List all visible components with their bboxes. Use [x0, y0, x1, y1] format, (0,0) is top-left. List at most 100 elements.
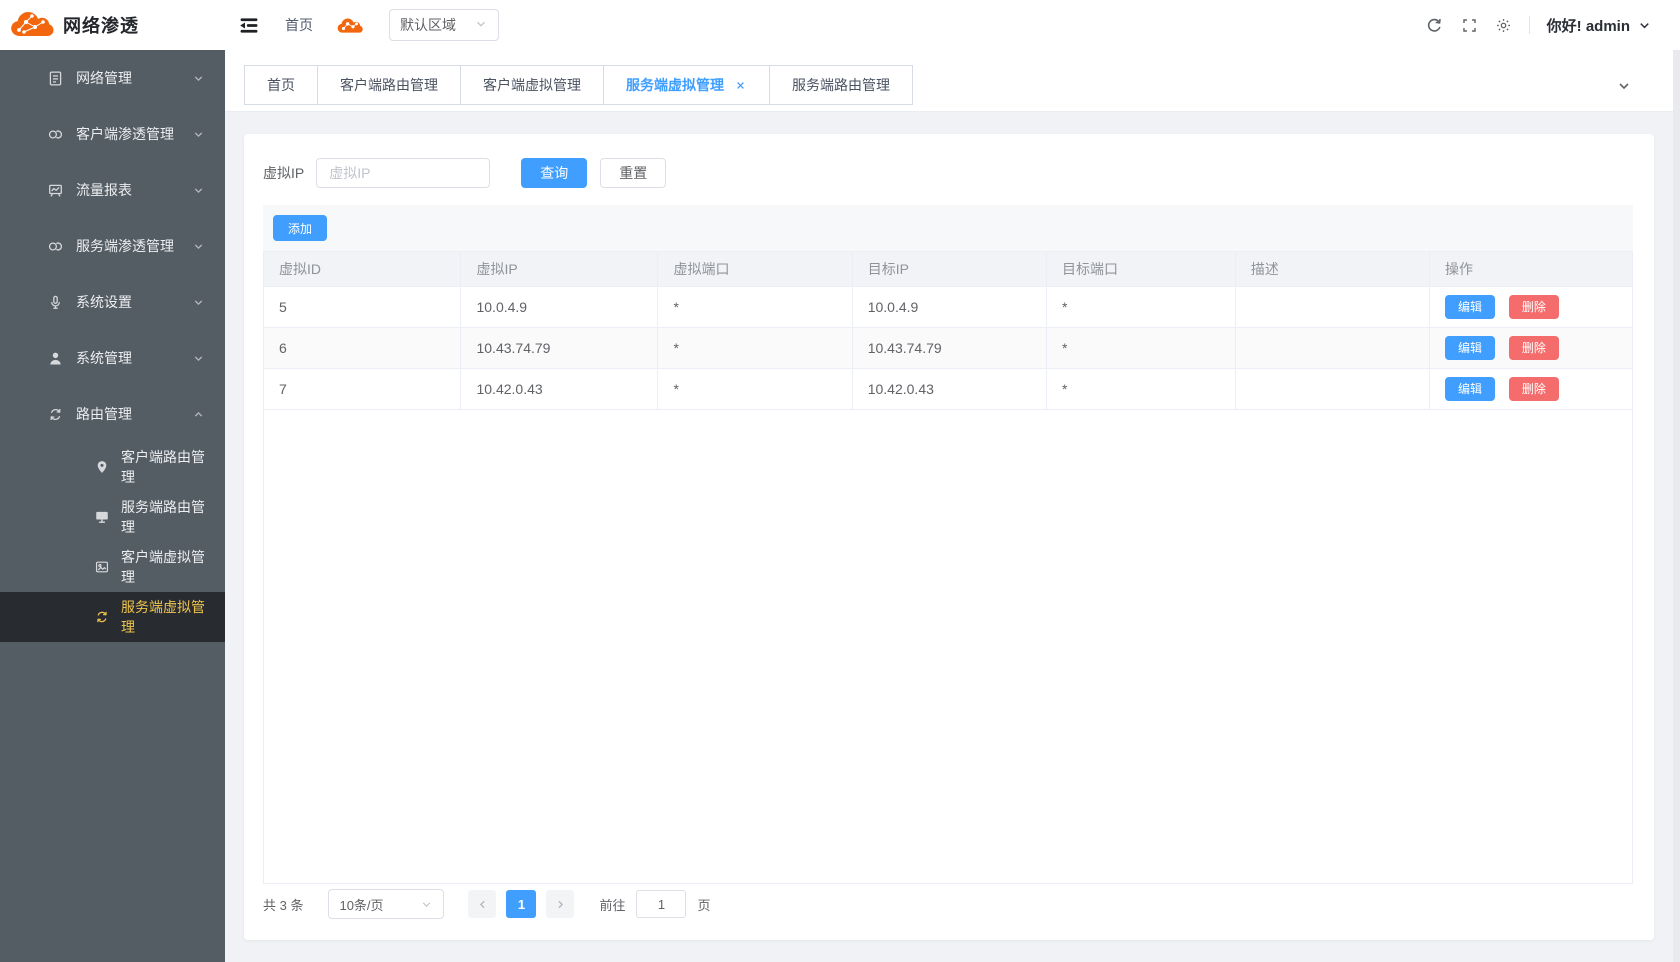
sidebar-item-label: 系统设置 — [76, 292, 192, 312]
tab-label: 客户端虚拟管理 — [483, 75, 581, 95]
cell-description — [1235, 327, 1429, 368]
cell-description — [1235, 368, 1429, 409]
next-page-button[interactable] — [546, 890, 574, 918]
tab-client-route-mgmt[interactable]: 客户端路由管理 — [317, 65, 461, 105]
delete-button[interactable]: 删除 — [1509, 295, 1559, 319]
cell-target-ip: 10.0.4.9 — [852, 286, 1046, 327]
sidebar-item-system-settings[interactable]: 系统设置 — [0, 274, 225, 330]
cloud-logo-icon — [10, 8, 54, 43]
sidebar-item-label: 服务端路由管理 — [121, 497, 205, 537]
user-icon — [47, 349, 65, 367]
sidebar-item-server-route-mgmt[interactable]: 服务端路由管理 — [0, 492, 225, 542]
microphone-icon — [47, 293, 65, 311]
page-content: 虚拟IP 查询 重置 添加 虚拟ID 虚拟IP — [225, 112, 1680, 962]
filter-row: 虚拟IP 查询 重置 — [263, 158, 1633, 188]
virtual-ip-input[interactable] — [316, 158, 490, 188]
col-target-ip: 目标IP — [852, 252, 1046, 286]
col-description: 描述 — [1235, 252, 1429, 286]
chevron-down-icon — [192, 72, 205, 85]
page-size-select[interactable]: 10条/页 — [328, 889, 444, 919]
document-icon — [47, 69, 65, 87]
region-select[interactable]: 默认区域 — [389, 9, 499, 41]
table-row: 5 10.0.4.9 * 10.0.4.9 * 编辑 删除 — [264, 286, 1632, 327]
sidebar-item-client-pentest-mgmt[interactable]: 客户端渗透管理 — [0, 106, 225, 162]
cell-actions: 编辑 删除 — [1430, 286, 1633, 327]
tab-server-virtual-mgmt[interactable]: 服务端虚拟管理 — [603, 65, 770, 105]
sidebar-item-label: 客户端虚拟管理 — [121, 547, 205, 587]
col-target-port: 目标端口 — [1046, 252, 1235, 286]
sidebar-item-client-route-mgmt[interactable]: 客户端路由管理 — [0, 442, 225, 492]
pagination-total: 共 3 条 — [263, 895, 303, 914]
sidebar-item-label: 服务端渗透管理 — [76, 236, 192, 256]
close-tab-icon[interactable] — [734, 79, 747, 92]
edit-button[interactable]: 编辑 — [1445, 295, 1495, 319]
content-card: 虚拟IP 查询 重置 添加 虚拟ID 虚拟IP — [244, 134, 1654, 940]
sidebar-item-label: 路由管理 — [76, 404, 192, 424]
tab-label: 客户端路由管理 — [340, 75, 438, 95]
reset-button[interactable]: 重置 — [600, 158, 666, 188]
sidebar-fold-icon[interactable] — [237, 15, 261, 36]
picture-icon — [94, 559, 110, 576]
sidebar-item-network-mgmt[interactable]: 网络管理 — [0, 50, 225, 106]
cell-virtual-id: 7 — [264, 368, 461, 409]
sidebar-item-label: 客户端渗透管理 — [76, 124, 192, 144]
sidebar-item-label: 客户端路由管理 — [121, 447, 205, 487]
chevron-down-icon — [192, 240, 205, 253]
delete-button[interactable]: 删除 — [1509, 336, 1559, 360]
tabs-overflow-chevron-icon[interactable] — [1616, 78, 1632, 94]
refresh-icon[interactable] — [1425, 16, 1444, 35]
sidebar-item-system-mgmt[interactable]: 系统管理 — [0, 330, 225, 386]
app-logo[interactable]: 网络渗透 — [0, 0, 225, 50]
prev-page-button[interactable] — [468, 890, 496, 918]
cell-virtual-port: * — [658, 286, 852, 327]
chevron-up-icon — [192, 408, 205, 421]
tab-home[interactable]: 首页 — [244, 65, 318, 105]
tab-label: 首页 — [267, 75, 295, 95]
sidebar-item-route-mgmt[interactable]: 路由管理 — [0, 386, 225, 442]
goto-page-input[interactable] — [636, 890, 686, 918]
sidebar-item-traffic-report[interactable]: 流量报表 — [0, 162, 225, 218]
pagination: 共 3 条 10条/页 1 前往 页 — [263, 889, 1633, 919]
region-select-value: 默认区域 — [400, 15, 456, 35]
sidebar-item-label: 系统管理 — [76, 348, 192, 368]
chevron-down-icon — [420, 898, 433, 911]
chevron-down-icon — [192, 296, 205, 309]
cell-actions: 编辑 删除 — [1430, 327, 1633, 368]
scrollbar[interactable] — [1673, 0, 1680, 962]
data-board-icon — [47, 181, 65, 199]
cell-target-port: * — [1046, 368, 1235, 409]
sidebar-item-label: 流量报表 — [76, 180, 192, 200]
sidebar-item-server-virtual-mgmt[interactable]: 服务端虚拟管理 — [0, 592, 225, 642]
sidebar-item-client-virtual-mgmt[interactable]: 客户端虚拟管理 — [0, 542, 225, 592]
cell-actions: 编辑 删除 — [1430, 368, 1633, 409]
tab-client-virtual-mgmt[interactable]: 客户端虚拟管理 — [460, 65, 604, 105]
user-dropdown[interactable]: 你好! admin — [1547, 15, 1652, 36]
breadcrumb[interactable]: 首页 — [285, 15, 313, 35]
cell-virtual-id: 5 — [264, 286, 461, 327]
col-virtual-port: 虚拟端口 — [658, 252, 852, 286]
chevron-down-icon — [192, 128, 205, 141]
sidebar-item-server-pentest-mgmt[interactable]: 服务端渗透管理 — [0, 218, 225, 274]
chevron-down-icon — [192, 184, 205, 197]
location-icon — [94, 459, 110, 476]
edit-button[interactable]: 编辑 — [1445, 377, 1495, 401]
cell-virtual-ip: 10.43.74.79 — [461, 327, 658, 368]
monitor-icon — [94, 509, 110, 526]
main-area: 首页 客户端路由管理 客户端虚拟管理 服务端虚拟管理 服务端路由管理 虚拟IP … — [225, 50, 1680, 962]
fullscreen-icon[interactable] — [1461, 17, 1478, 34]
page-number-button[interactable]: 1 — [506, 890, 536, 918]
table-row: 6 10.43.74.79 * 10.43.74.79 * 编辑 删除 — [264, 327, 1632, 368]
tab-server-route-mgmt[interactable]: 服务端路由管理 — [769, 65, 913, 105]
table-row: 7 10.42.0.43 * 10.42.0.43 * 编辑 删除 — [264, 368, 1632, 409]
cell-virtual-id: 6 — [264, 327, 461, 368]
delete-button[interactable]: 删除 — [1509, 377, 1559, 401]
theme-sun-icon[interactable] — [1495, 17, 1512, 34]
edit-button[interactable]: 编辑 — [1445, 336, 1495, 360]
page-size-value: 10条/页 — [339, 895, 383, 914]
cell-description — [1235, 286, 1429, 327]
user-greeting: 你好! admin — [1547, 15, 1630, 36]
refresh-icon — [47, 405, 65, 423]
add-button[interactable]: 添加 — [273, 215, 327, 241]
query-button[interactable]: 查询 — [521, 158, 587, 188]
top-bar: 网络渗透 首页 — [0, 0, 1680, 50]
